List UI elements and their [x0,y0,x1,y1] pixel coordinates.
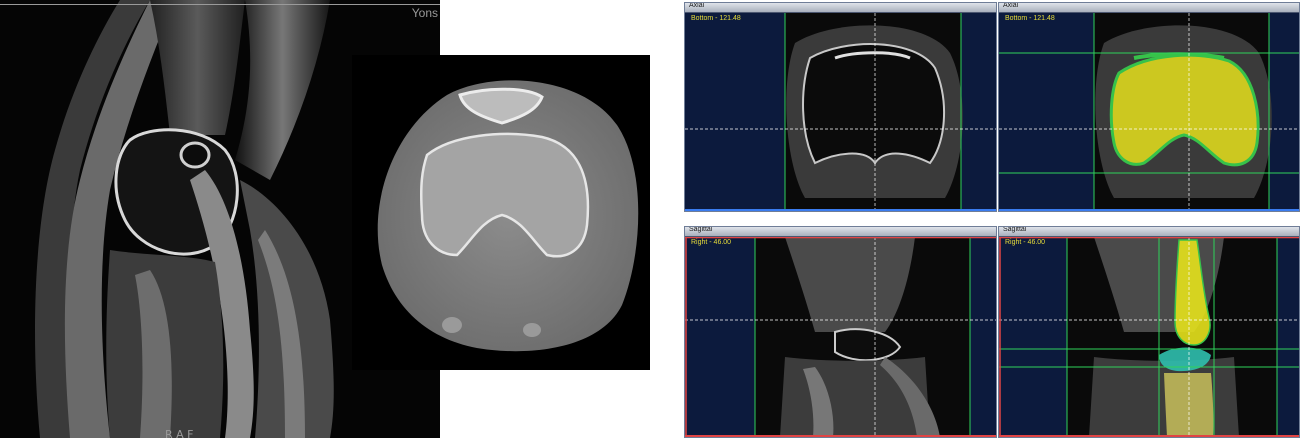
sagittal-slice-view[interactable] [685,237,996,437]
slice-position-readout: Right - 46.00 [1005,239,1046,246]
ct-anatomy-drawing [377,80,639,352]
viewer-panel-axial-1[interactable]: Axial Bottom - 121.48 [684,2,997,212]
axial-slice-view[interactable] [685,13,996,211]
axial-segmentation-view[interactable] [999,13,1299,211]
slice-position-readout: Right - 46.00 [691,239,732,246]
slice-position-readout: Bottom - 121.48 [691,15,741,22]
panel-titlebar[interactable]: Axial [999,3,1299,13]
panel-title: Axial [1003,2,1019,9]
viewer-panel-axial-2[interactable]: Axial Bottom - 121.48 [998,2,1300,212]
panel-title: Sagittal [1003,226,1027,233]
panel-title: Sagittal [689,226,713,233]
site-label: Yons [411,6,438,20]
panel-titlebar[interactable]: Sagittal [999,227,1299,237]
panel-titlebar[interactable]: Sagittal [685,227,996,237]
sagittal-segmentation-view[interactable] [999,237,1299,437]
viewer-panel-sagittal-1[interactable]: Sagittal Right - 46.00 [684,226,997,438]
orientation-label: R A F [165,428,194,438]
panel-titlebar[interactable]: Axial [685,3,996,13]
panel-title: Axial [689,2,705,9]
axial-ct-image [352,55,650,370]
viewer-panel-sagittal-2[interactable]: Sagittal Right - 46.00 [998,226,1300,438]
image-top-border [0,4,440,5]
slice-position-readout: Bottom - 121.48 [1005,15,1055,22]
